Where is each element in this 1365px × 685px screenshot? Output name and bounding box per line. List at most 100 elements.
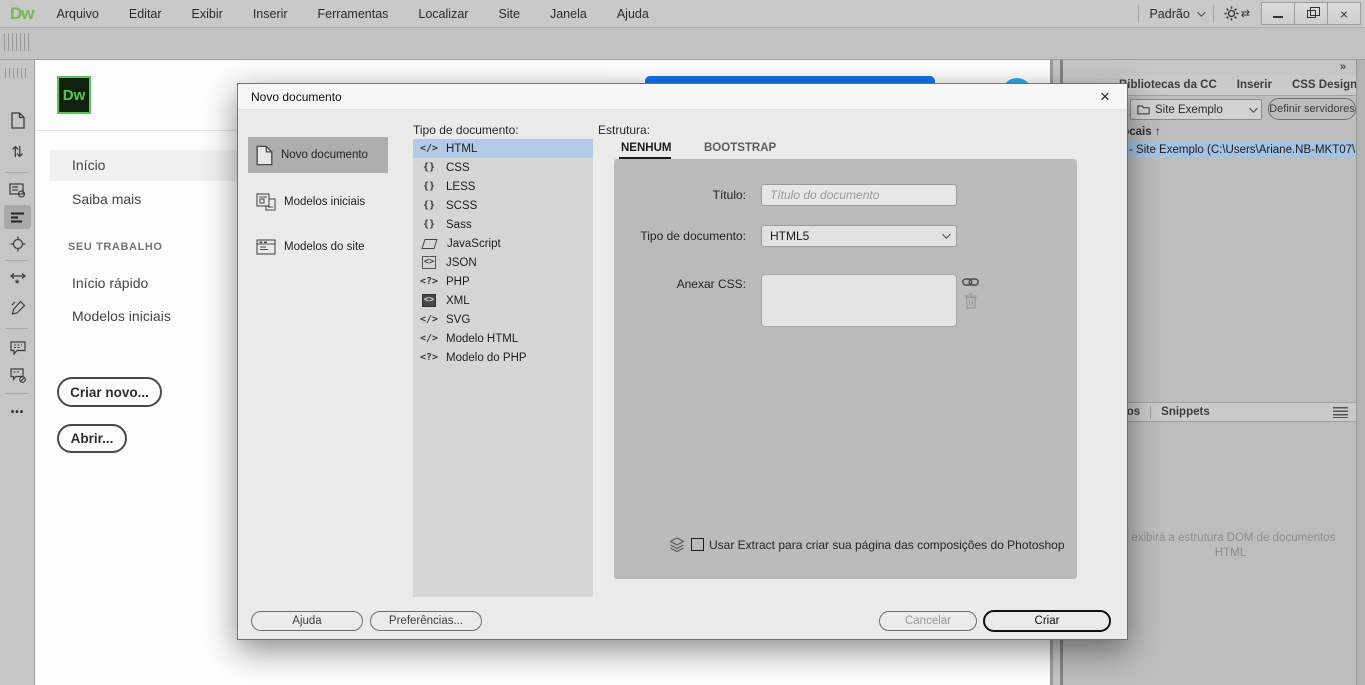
dialog-title: Novo documento [251,90,342,104]
doc-type-label: PHP [446,276,470,288]
doc-type-modelo-php[interactable]: <?>Modelo do PHP [413,348,593,367]
site-select[interactable]: Site Exemplo [1130,99,1262,120]
doc-type-php[interactable]: <?>PHP [413,272,593,291]
collapse-panels-icon[interactable]: » [1340,61,1346,73]
target-icon [10,236,26,252]
dock-scrollbar[interactable] [1356,60,1365,685]
doc-type-label: XML [446,295,470,307]
nav-modelos-iniciais[interactable]: Modelos iniciais [72,308,171,324]
toolbar-more-button[interactable]: ••• [4,400,31,424]
structure-panel: Título: Tipo de documento: HTML5 Anexar … [614,159,1077,579]
tab-css-designer[interactable]: CSS Designer [1282,79,1365,91]
menu-editar[interactable]: Editar [114,0,177,28]
nav-saiba-mais[interactable]: Saiba mais [72,191,141,207]
nav-inicio[interactable]: Início [72,157,105,173]
tab-bootstrap[interactable]: BOOTSTRAP [704,142,776,154]
nav-inicio-rapido[interactable]: Início rápido [72,275,148,291]
app-logo: Dw [10,4,34,24]
doc-type-css[interactable]: {}CSS [413,158,593,177]
section-seu-trabalho: SEU TRABALHO [68,241,163,253]
open-documents-button[interactable] [4,108,31,132]
panel-grip[interactable] [4,33,30,51]
live-code-button[interactable] [4,178,31,202]
doc-type-xml[interactable]: <>XML [413,291,593,310]
abrir-button[interactable]: Abrir... [57,424,127,453]
extract-layers-icon [669,537,685,553]
titulo-label: Título: [606,188,746,202]
minimize-button[interactable] [1261,2,1295,25]
php-icon: <?> [418,352,440,363]
menu-janela[interactable]: Janela [535,0,602,28]
category-modelos-do-site[interactable]: Modelos do site [248,229,388,265]
tab-inserir[interactable]: Inserir [1227,79,1282,91]
doc-type-less[interactable]: {}LESS [413,177,593,196]
more-options-icon: ••• [11,407,25,418]
menu-ajuda[interactable]: Ajuda [602,0,664,28]
doc-type-modelo-html[interactable]: </>Modelo HTML [413,329,593,348]
tab-nenhum[interactable]: NENHUM [621,142,671,154]
format-source-button[interactable] [4,205,31,229]
titulo-input[interactable] [761,184,957,206]
restore-button[interactable] [1294,2,1328,25]
cancelar-button[interactable]: Cancelar [879,611,977,631]
menu-site[interactable]: Site [483,0,535,28]
sync-settings-button[interactable]: ⇄ [1224,6,1250,21]
toolbar-grip[interactable] [5,68,29,78]
expand-abbreviation-button[interactable]: * [4,268,31,292]
dialog-titlebar[interactable]: Novo documento × [238,84,1127,110]
attach-css-button[interactable] [962,275,979,289]
menu-bar: Dw Arquivo Editar Exibir Inserir Ferrame… [0,0,1365,28]
anexar-css-box[interactable] [761,274,957,327]
doc-type-label: CSS [446,162,470,174]
dock-header-strip: » [1063,60,1356,75]
workspace-label: Padrão [1149,7,1189,21]
remove-css-button[interactable] [964,293,978,309]
criar-button[interactable]: Criar [983,610,1111,632]
workspace-switcher[interactable]: Padrão [1149,7,1202,21]
novo-documento-dialog: Novo documento × Novo documento Modelos … [237,83,1128,640]
folder-icon [1137,104,1150,115]
apply-comment-button[interactable] [4,336,31,360]
divider [1138,5,1139,23]
category-label: Modelos do site [284,241,365,253]
inspect-mode-button[interactable] [4,232,31,256]
doc-type-javascript[interactable]: JavaScript [413,234,593,253]
menu-arquivo[interactable]: Arquivo [42,0,114,28]
preferencias-button[interactable]: Preferências... [370,611,482,631]
category-modelos-iniciais[interactable]: Modelos iniciais [248,184,388,220]
sync-arrows-icon: ⇄ [1241,7,1250,20]
link-icon [962,275,979,289]
menu-inserir[interactable]: Inserir [238,0,303,28]
divider [6,393,28,394]
criar-novo-button[interactable]: Criar novo... [57,377,162,407]
doc-type-label: SCSS [446,200,477,212]
document-tab-strip [0,28,1365,60]
divider [6,328,28,329]
edit-tag-button[interactable] [4,296,31,320]
doc-type-json[interactable]: <>JSON [413,253,593,272]
category-novo-documento[interactable]: Novo documento [248,137,388,173]
tipo-documento-select[interactable]: HTML5 [761,225,957,247]
close-button[interactable]: × [1327,2,1361,25]
definir-servidores-button[interactable]: Definir servidores [1268,98,1356,120]
doc-type-scss[interactable]: {}SCSS [413,196,593,215]
ajuda-button[interactable]: Ajuda [251,611,363,631]
file-management-button[interactable]: ⇅ [4,140,31,164]
tab-snippets[interactable]: Snippets [1151,406,1220,418]
remove-comment-button[interactable] [4,363,31,387]
menu-ferramentas[interactable]: Ferramentas [303,0,404,28]
page-icon [11,112,25,129]
menu-exibir[interactable]: Exibir [177,0,238,28]
extract-checkbox[interactable] [691,538,704,551]
dialog-close-icon[interactable]: × [1095,87,1115,107]
panel-menu-icon[interactable] [1333,407,1348,418]
tag-pencil-icon [10,300,26,316]
page-icon [256,145,273,166]
doc-type-svg[interactable]: </>SVG [413,310,593,329]
doc-type-html[interactable]: </>HTML [413,139,593,158]
menu-localizar[interactable]: Localizar [403,0,483,28]
trash-icon [964,293,978,309]
divider [1213,5,1214,23]
doc-type-sass[interactable]: {}Sass [413,215,593,234]
dreamweaver-window: Dw Arquivo Editar Exibir Inserir Ferrame… [0,0,1365,685]
